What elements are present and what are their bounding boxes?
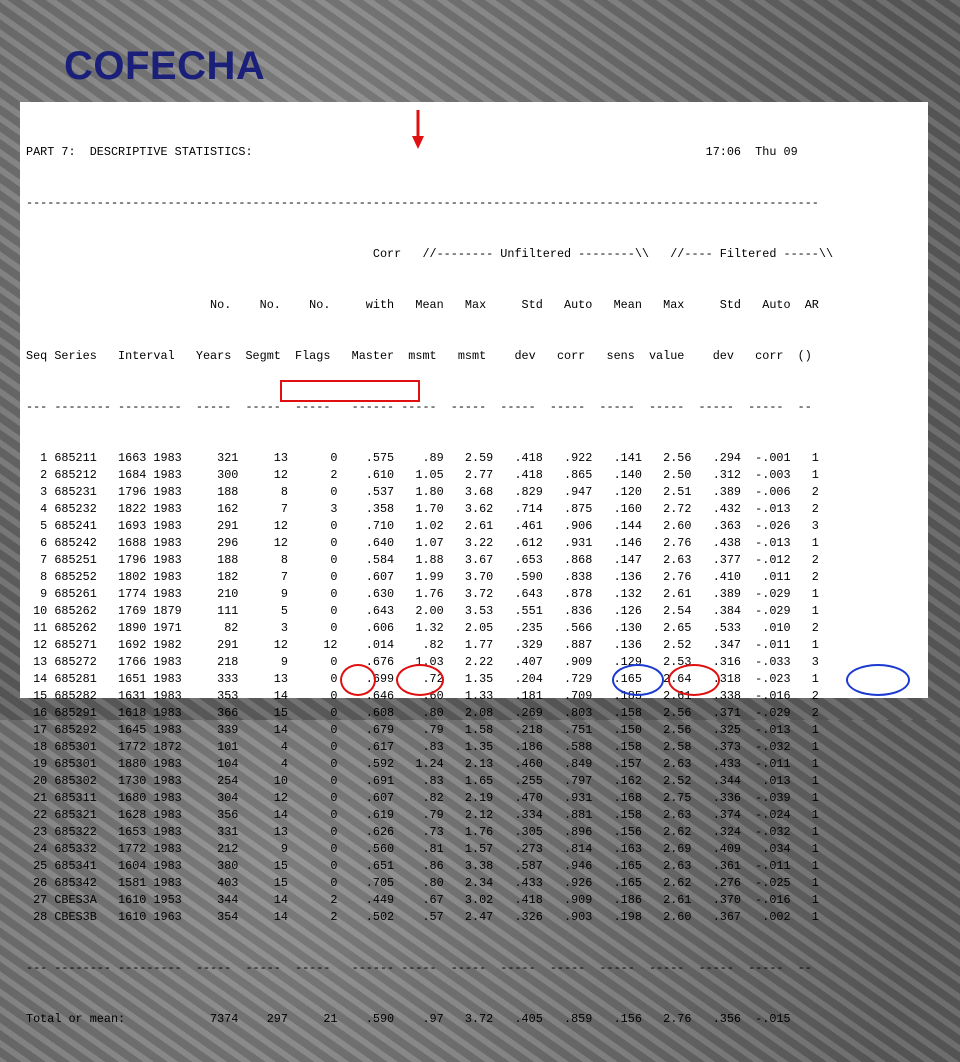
table-row: 8 685252 1802 1983 182 7 0 .607 1.99 3.7… xyxy=(26,570,819,584)
table-row: 1 685211 1663 1983 321 13 0 .575 .89 2.5… xyxy=(26,451,819,465)
app-title: COFECHA xyxy=(64,44,266,88)
table-row: 10 685262 1769 1879 111 5 0 .643 2.00 3.… xyxy=(26,604,819,618)
table-row: 2 685212 1684 1983 300 12 2 .610 1.05 2.… xyxy=(26,468,819,482)
red-down-arrow-icon xyxy=(412,110,424,149)
highlight-total-flags xyxy=(340,664,376,696)
column-header-line-1: Corr //-------- Unfiltered --------\\ //… xyxy=(26,247,834,261)
table-row: 16 685291 1618 1983 366 15 0 .608 .80 2.… xyxy=(26,706,819,720)
table-row: 6 685242 1688 1983 296 12 0 .640 1.07 3.… xyxy=(26,536,819,550)
table-row: 25 685341 1604 1983 380 15 0 .651 .86 3.… xyxy=(26,859,819,873)
table-row: 27 CBES3A 1610 1953 344 14 2 .449 .67 3.… xyxy=(26,893,819,907)
highlight-row-12-flags xyxy=(280,380,420,402)
report-header: PART 7: DESCRIPTIVE STATISTICS: 17:06 Th… xyxy=(26,145,798,159)
highlight-total-filtered-auto-corr xyxy=(846,664,910,696)
table-row: 5 685241 1693 1983 291 12 0 .710 1.02 2.… xyxy=(26,519,819,533)
total-row: Total or mean: 7374 297 21 .590 .97 3.72… xyxy=(26,1012,791,1026)
table-row: 7 685251 1796 1983 188 8 0 .584 1.88 3.6… xyxy=(26,553,819,567)
table-row: 11 685262 1890 1971 82 3 0 .606 1.32 2.0… xyxy=(26,621,819,635)
table-row: 28 CBES3B 1610 1963 354 14 2 .502 .57 2.… xyxy=(26,910,819,924)
table-row: 21 685311 1680 1983 304 12 0 .607 .82 2.… xyxy=(26,791,819,805)
table-row: 9 685261 1774 1983 210 9 0 .630 1.76 3.7… xyxy=(26,587,819,601)
table-row: 19 685301 1880 1983 104 4 0 .592 1.24 2.… xyxy=(26,757,819,771)
table-row: 12 685271 1692 1982 291 12 12 .014 .82 1… xyxy=(26,638,819,652)
column-dash-line-bottom: --- -------- --------- ----- ----- -----… xyxy=(26,961,812,975)
table-row: 24 685332 1772 1983 212 9 0 .560 .81 1.5… xyxy=(26,842,819,856)
table-row: 3 685231 1796 1983 188 8 0 .537 1.80 3.6… xyxy=(26,485,819,499)
report-panel: PART 7: DESCRIPTIVE STATISTICS: 17:06 Th… xyxy=(20,102,928,1026)
table-row: 26 685342 1581 1983 403 15 0 .705 .80 2.… xyxy=(26,876,819,890)
table-row: 18 685301 1772 1872 101 4 0 .617 .83 1.3… xyxy=(26,740,819,754)
descriptive-statistics-report: PART 7: DESCRIPTIVE STATISTICS: 17:06 Th… xyxy=(26,110,833,1062)
table-row: 17 685292 1645 1983 339 14 0 .679 .79 1.… xyxy=(26,723,819,737)
highlight-total-mean-sens xyxy=(668,664,720,696)
column-header-line-2: No. No. No. with Mean Max Std Auto Mean … xyxy=(26,298,819,312)
table-row: 22 685321 1628 1983 356 14 0 .619 .79 2.… xyxy=(26,808,819,822)
table-row: 20 685302 1730 1983 254 10 0 .691 .83 1.… xyxy=(26,774,819,788)
table-row: 23 685322 1653 1983 331 13 0 .626 .73 1.… xyxy=(26,825,819,839)
highlight-total-auto-corr xyxy=(612,664,664,696)
column-header-line-3: Seq Series Interval Years Segmt Flags Ma… xyxy=(26,349,812,363)
highlight-total-corr xyxy=(396,664,444,696)
report-rule: ----------------------------------------… xyxy=(26,196,819,210)
table-row: 4 685232 1822 1983 162 7 3 .358 1.70 3.6… xyxy=(26,502,819,516)
column-dash-line: --- -------- --------- ----- ----- -----… xyxy=(26,400,812,414)
